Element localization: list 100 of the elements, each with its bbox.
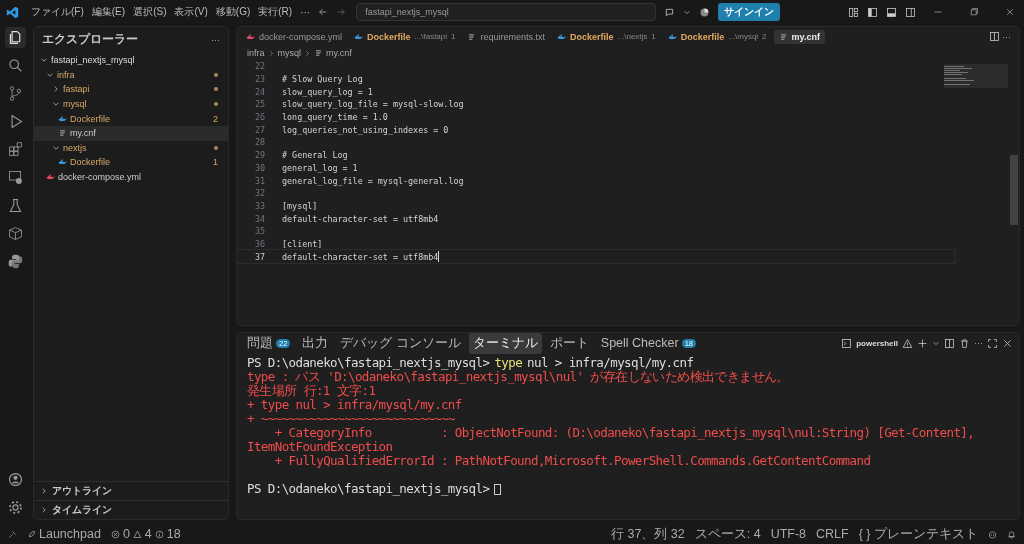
tree-item[interactable]: fastapi [34, 82, 228, 97]
menu-item[interactable]: ··· [300, 6, 311, 18]
terminal-name[interactable]: powershell [856, 338, 898, 348]
search-field[interactable]: fastapi_nextjs_mysql [356, 3, 657, 21]
bell-icon[interactable] [1007, 529, 1016, 539]
lines-icon [58, 129, 67, 138]
file-name: infra [57, 69, 76, 80]
problems-button[interactable]: 0 4 18 [110, 527, 181, 541]
close-icon[interactable] [1002, 337, 1013, 349]
tab-label: Dockerfile [680, 31, 725, 42]
tab-path: ...\nextjs [617, 32, 648, 41]
status-item[interactable]: 行 37、列 32 [610, 525, 685, 543]
code-line: long_query_time = 1.0 [282, 112, 388, 123]
tree-item[interactable]: infra [34, 67, 228, 83]
panel-tab[interactable]: デバッグ コンソール [336, 332, 465, 354]
tree-item[interactable]: fastapi_nextjs_mysql [34, 53, 228, 68]
warning-icon [132, 529, 142, 539]
menu-item[interactable]: 編集(E) [91, 5, 126, 19]
more-button[interactable]: ··· [974, 338, 983, 348]
status-item[interactable]: CRLF [816, 527, 849, 541]
code-line: [mysql] [282, 200, 318, 211]
account-pie-icon[interactable] [699, 6, 711, 18]
file-name: docker-compose.yml [58, 172, 143, 183]
more-button[interactable]: ··· [211, 34, 220, 45]
panel-toggle-icon[interactable] [886, 6, 897, 18]
tree-item[interactable]: Dockerfile 1 [34, 155, 228, 170]
tree-item[interactable]: docker-compose.yml [34, 169, 228, 185]
code-line: general_log_file = mysql-general.log [282, 175, 464, 186]
panel-tab[interactable]: ポート [545, 332, 593, 354]
restore-icon[interactable] [969, 7, 979, 17]
tree-item[interactable]: Dockerfile 2 [34, 111, 228, 126]
editor-tab[interactable]: Dockerfile ...\mysql 2 [662, 29, 772, 44]
layout-icon[interactable] [848, 6, 859, 18]
tab-label: docker-compose.yml [259, 31, 343, 42]
back-arrow-icon[interactable] [318, 7, 329, 17]
line-number: 26 [253, 112, 266, 123]
split-editor-icon[interactable] [989, 31, 1000, 42]
line-number: 37 [253, 251, 266, 262]
tab-path: ...\fastapi [414, 32, 448, 41]
line-number: 23 [253, 74, 266, 85]
breadcrumb-item[interactable]: my.cnf [326, 48, 352, 58]
code-line: # General Log [282, 150, 348, 161]
terminal-prompt: PS D:\odaneko\fastapi_nextjs_mysql> [247, 482, 490, 496]
menu-item[interactable]: ファイル(F) [31, 5, 84, 19]
scrollbar-thumb[interactable] [1010, 155, 1018, 225]
sidebar-toggle-icon[interactable] [867, 6, 878, 18]
tab-label: requirements.txt [480, 31, 545, 42]
breadcrumb-item[interactable]: infra [247, 48, 265, 58]
file-name: Dockerfile [70, 113, 111, 124]
line-number: 30 [253, 162, 266, 173]
problem-count: 1 [651, 32, 656, 41]
status-item[interactable]: スペース: 4 [694, 525, 761, 543]
panel-tab[interactable]: ターミナル [468, 332, 542, 354]
code-line: default-character-set = utf8mb4 [282, 213, 439, 224]
menu-item[interactable]: 選択(S) [133, 5, 167, 19]
file-name: my.cnf [70, 128, 97, 139]
tree-item[interactable]: my.cnf [34, 125, 228, 141]
status-item[interactable]: UTF-8 [770, 527, 807, 541]
breadcrumb-item[interactable]: mysql [277, 48, 302, 58]
caret-icon[interactable] [683, 8, 692, 16]
close-icon[interactable] [1005, 7, 1015, 17]
line-number: 36 [253, 238, 266, 249]
tree-item[interactable]: mysql [34, 96, 228, 112]
menu-item[interactable]: 移動(G) [215, 5, 251, 19]
launchpad-button[interactable]: Launchpad [27, 527, 101, 541]
editor-tab[interactable]: Dockerfile ...\fastapi 1 [349, 29, 461, 44]
line-number: 28 [253, 137, 266, 148]
split-terminal-icon[interactable] [944, 337, 955, 349]
plus-icon[interactable] [917, 337, 928, 349]
menu-item[interactable]: 実行(R) [258, 5, 293, 19]
code-line: log_queries_not_using_indexes = 0 [282, 124, 449, 135]
secondary-sidebar-icon[interactable] [905, 6, 916, 18]
caret-icon[interactable] [932, 339, 940, 347]
whale-icon [46, 173, 55, 182]
error-line: + type nul > infra/mysql/my.cnf [247, 398, 462, 412]
sign-in-button[interactable]: サインイン [718, 3, 781, 21]
files-icon[interactable] [4, 27, 26, 48]
trash-icon[interactable] [959, 337, 970, 349]
whale-icon [557, 32, 566, 41]
error-line: + CategoryInfo : ObjectNotFound: (D:\odaneko\fastapi_nextjs_mysql\nul:String) [Get-Content], ItemNotFoundException [247, 426, 976, 454]
tree-item[interactable]: nextjs [34, 140, 228, 156]
menu-item[interactable]: 表示(V) [174, 5, 208, 19]
section-header[interactable]: タイムライン [34, 500, 228, 519]
maximize-icon[interactable] [987, 337, 998, 349]
error-line: type : パス 'D:\odaneko\fastapi_nextjs_mysql\nul' が存在しないため検出できません。 [247, 370, 789, 384]
language-mode[interactable]: { } プレーンテキスト [858, 525, 978, 543]
panel-tab[interactable]: 出力 [298, 332, 333, 354]
line-number: 25 [253, 99, 266, 110]
chevron-icon [267, 49, 275, 57]
line-number: 34 [253, 213, 266, 224]
editor-tab[interactable]: requirements.txt [462, 29, 550, 44]
chevron-icon [304, 49, 312, 57]
copilot-icon[interactable] [988, 529, 997, 539]
editor-tab[interactable]: docker-compose.yml [241, 29, 348, 44]
section-header[interactable]: アウトライン [34, 481, 228, 500]
editor-tab[interactable]: my.cnf [773, 29, 825, 44]
file-name: fastapi [63, 84, 91, 95]
chat-icon[interactable] [664, 6, 676, 18]
more-button[interactable]: ··· [1002, 31, 1011, 42]
editor-tab[interactable]: Dockerfile ...\nextjs 1 [552, 29, 661, 44]
